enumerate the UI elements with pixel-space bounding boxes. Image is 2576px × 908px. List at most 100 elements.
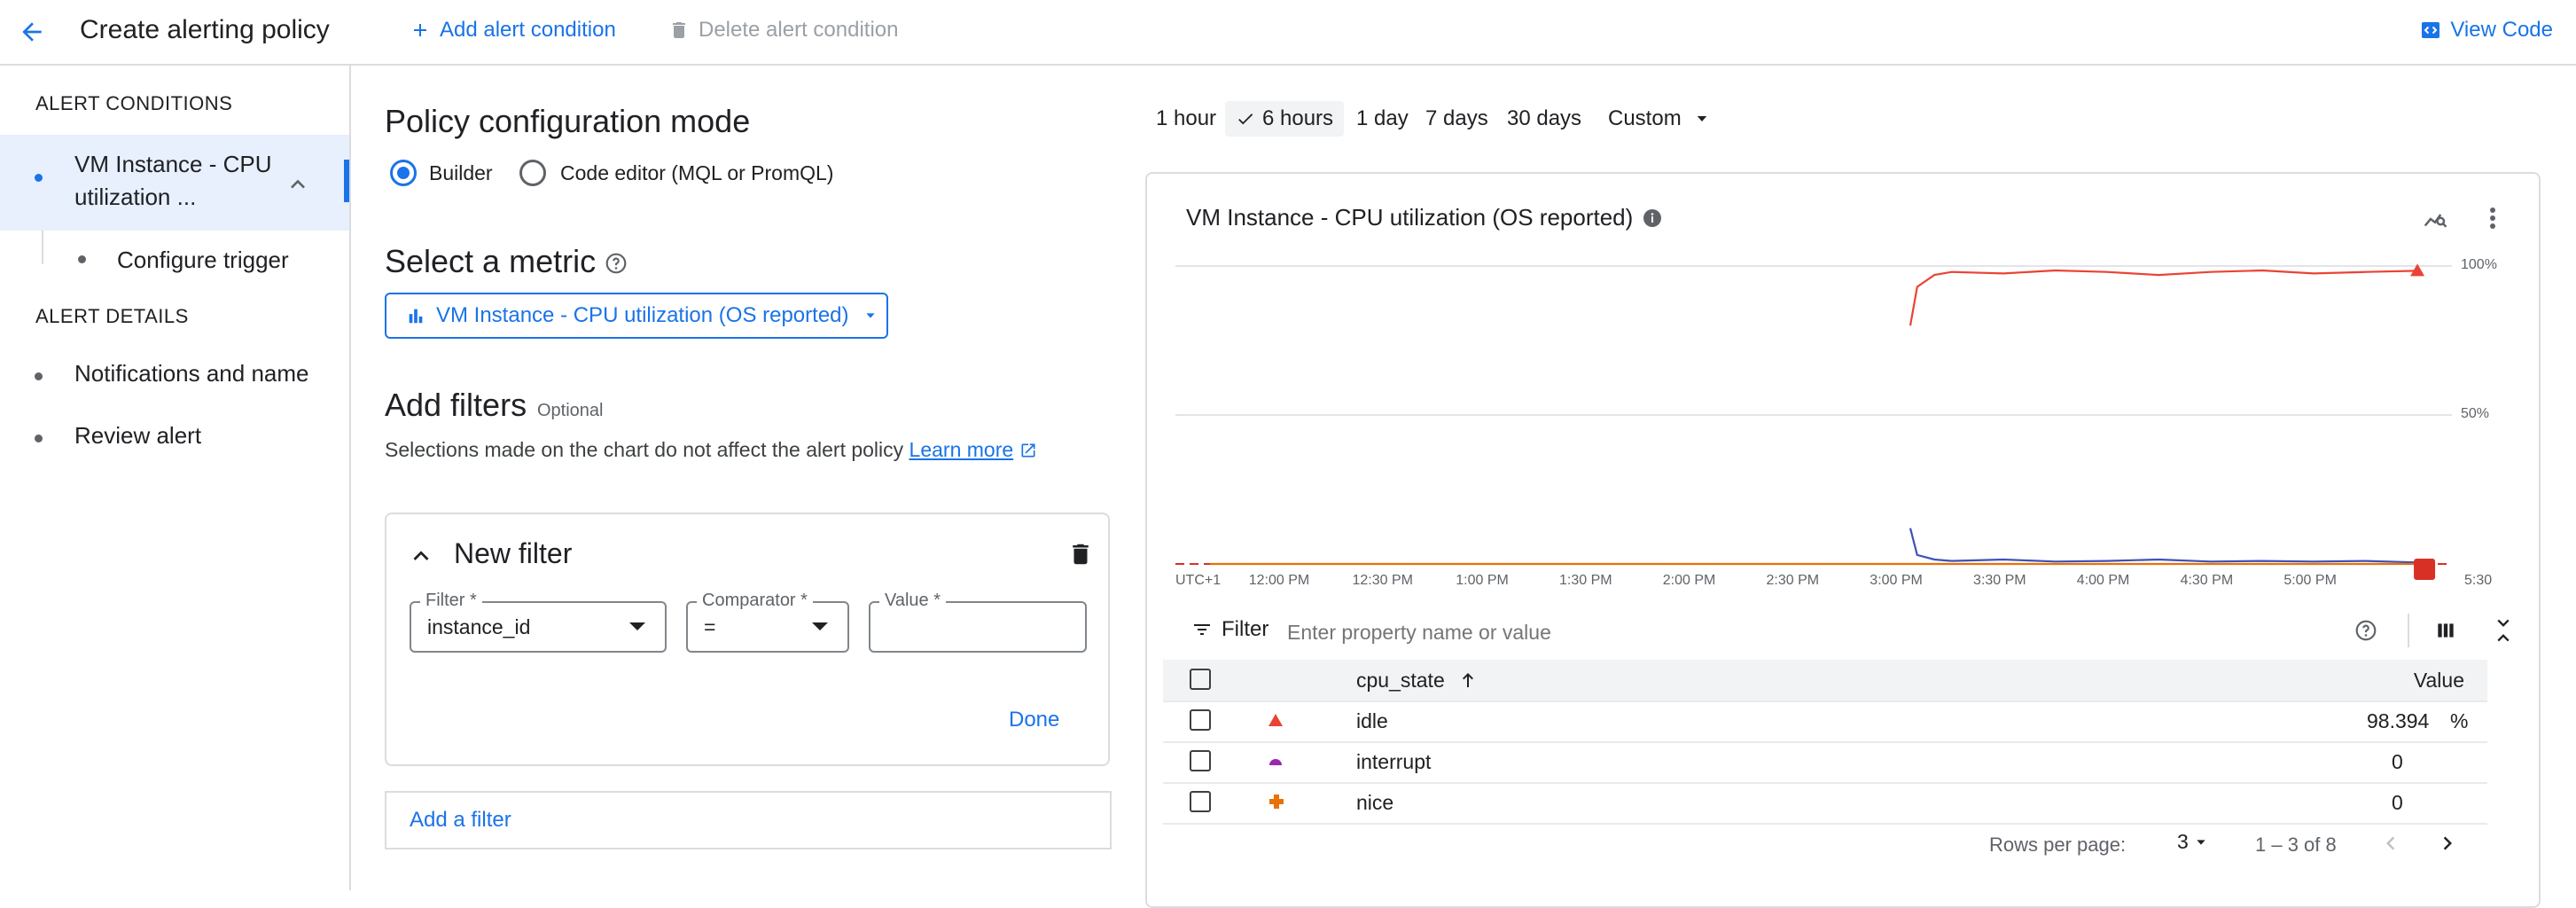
select-metric-title: Select a metric [385, 243, 597, 279]
add-alert-condition-button[interactable]: Add alert condition [410, 12, 616, 48]
caret-down-icon [629, 622, 645, 630]
condition-name-line2: utilization ... [74, 184, 197, 210]
previous-page-icon[interactable] [2377, 830, 2404, 857]
step-dot-icon [35, 434, 43, 442]
info-icon[interactable] [1642, 207, 1663, 229]
bar-chart-icon [406, 306, 425, 325]
table-header-row: cpu_state Value [1163, 660, 2487, 702]
cell-state: nice [1356, 791, 1394, 814]
add-filter-button[interactable]: Add a filter [385, 791, 1112, 849]
external-link-icon [1019, 442, 1037, 459]
page-title: Create alerting policy [80, 15, 330, 44]
column-picker-icon[interactable] [2434, 619, 2457, 642]
filter-field[interactable]: Filter * instance_id [410, 591, 667, 653]
toolbar-divider [2408, 614, 2409, 647]
more-vert-icon[interactable] [2482, 204, 2503, 232]
config-mode-title: Policy configuration mode [385, 103, 751, 139]
explore-chart-icon[interactable] [2422, 206, 2448, 232]
caret-down-icon [812, 622, 828, 630]
x-tick-label: 5:00 PM [2283, 573, 2337, 588]
rows-per-page-select[interactable]: 3 [2177, 830, 2208, 854]
condition-name-line1: VM Instance - CPU [74, 151, 272, 177]
row-checkbox[interactable] [1190, 791, 1211, 812]
value-field[interactable]: Value * [869, 591, 1087, 653]
series-line-idle [1909, 269, 2418, 326]
cell-value: 98.394 [2367, 709, 2430, 732]
page-range-text: 1 – 3 of 8 [2255, 834, 2337, 856]
x-tick-label: 12:00 PM [1248, 573, 1310, 588]
new-filter-title: New filter [454, 537, 573, 569]
plus-icon [410, 20, 431, 41]
comparator-field-label: Comparator * [697, 591, 813, 611]
table-row[interactable]: idle 98.394 % [1163, 701, 2487, 743]
col-header-cpu-state[interactable]: cpu_state [1356, 669, 1445, 693]
table-row[interactable]: nice 0 [1163, 782, 2487, 825]
range-1-day[interactable]: 1 day [1356, 101, 1409, 137]
sidebar-item-review[interactable]: Review alert [74, 419, 201, 452]
range-6-hours[interactable]: 6 hours [1225, 101, 1345, 137]
cell-value: 0 [2392, 791, 2403, 814]
x-tick-label: 4:30 PM [2180, 573, 2234, 588]
x-tick-label: 4:00 PM [2076, 573, 2130, 588]
help-icon[interactable] [2354, 619, 2377, 642]
x-tick-label: UTC+1 [1175, 573, 1222, 588]
chart-filter-button[interactable]: Filter [1191, 617, 1268, 642]
check-icon [1236, 109, 1255, 129]
back-arrow-icon[interactable] [11, 11, 53, 53]
select-all-checkbox[interactable] [1190, 669, 1211, 690]
delete-alert-condition-label: Delete alert condition [699, 18, 899, 42]
top-bar [0, 0, 2576, 66]
cell-state: idle [1356, 709, 1388, 732]
range-1-hour[interactable]: 1 hour [1156, 101, 1216, 137]
table-row[interactable]: interrupt 0 [1163, 741, 2487, 784]
metric-select[interactable]: VM Instance - CPU utilization (OS report… [385, 293, 888, 339]
step-dot-icon [35, 174, 43, 182]
range-30-days[interactable]: 30 days [1507, 101, 1581, 137]
chevron-up-icon[interactable] [284, 170, 312, 199]
range-custom[interactable]: Custom [1608, 101, 1710, 137]
filters-description-text: Selections made on the chart do not affe… [385, 438, 904, 461]
learn-more-link[interactable]: Learn more [909, 438, 1014, 461]
sidebar-item-configure-trigger[interactable]: Configure trigger [117, 243, 289, 277]
filter-field-value: instance_id [427, 615, 531, 638]
filters-description: Selections made on the chart do not affe… [385, 438, 1037, 462]
help-icon[interactable] [605, 252, 628, 275]
plus-marker-icon [1268, 793, 1285, 810]
left-navigation: ALERT CONDITIONS VM Instance - CPU utili… [0, 66, 351, 890]
comparator-field[interactable]: Comparator * = [686, 591, 849, 653]
cell-value: 0 [2392, 750, 2403, 773]
comparator-field-value: = [704, 615, 716, 638]
delete-filter-icon[interactable] [1067, 541, 1094, 568]
range-7-days[interactable]: 7 days [1425, 101, 1488, 137]
x-tick-label: 12:30 PM [1352, 573, 1413, 588]
x-tick-label: 2:00 PM [1662, 573, 1716, 588]
line-chart [1175, 263, 2452, 580]
view-code-label: View Code [2450, 18, 2553, 42]
x-tick-label: 3:30 PM [1973, 573, 2026, 588]
alert-details-heading: ALERT DETAILS [35, 305, 189, 327]
chart-filter-label: Filter [1222, 617, 1269, 641]
code-editor-label: Code editor (MQL or PromQL) [560, 161, 834, 184]
chart-filter-input[interactable] [1285, 615, 2308, 649]
x-tick-label: 1:00 PM [1456, 573, 1509, 588]
alert-conditions-heading: ALERT CONDITIONS [35, 92, 233, 114]
cell-state: interrupt [1356, 750, 1432, 773]
row-checkbox[interactable] [1190, 709, 1211, 731]
next-page-icon[interactable] [2434, 830, 2461, 857]
col-header-value[interactable]: Value [2414, 669, 2464, 693]
done-button[interactable]: Done [1009, 708, 1059, 732]
row-checkbox[interactable] [1190, 750, 1211, 771]
sidebar-item-notifications[interactable]: Notifications and name [74, 356, 308, 390]
code-editor-radio[interactable] [519, 160, 546, 186]
collapse-chevron-icon[interactable] [406, 541, 436, 571]
builder-radio[interactable] [390, 160, 417, 186]
semicircle-marker-icon [1268, 754, 1284, 768]
view-code-button[interactable]: View Code [2420, 12, 2553, 48]
filter-field-label: Filter * [420, 591, 482, 611]
y-tick-50: 50% [2461, 406, 2490, 421]
collapse-table-icon[interactable] [2491, 617, 2516, 644]
rows-per-page-value: 3 [2177, 830, 2189, 853]
new-filter-card: New filter Filter * instance_id Comparat… [385, 513, 1110, 766]
delete-alert-condition-button[interactable]: Delete alert condition [668, 12, 898, 48]
sort-arrow-up-icon[interactable] [1457, 669, 1479, 692]
